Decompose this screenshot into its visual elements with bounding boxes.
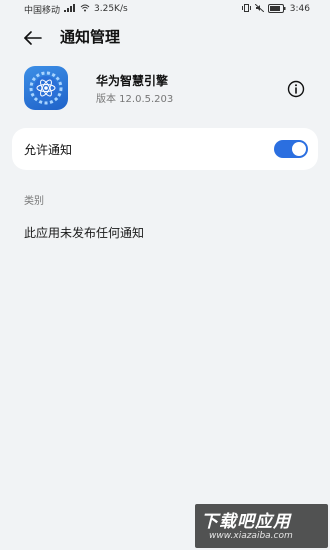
network-speed: 3.25K/s: [94, 4, 128, 14]
clock: 3:46: [289, 4, 310, 14]
status-bar-right: 3:46: [241, 3, 310, 15]
page-title: 通知管理: [60, 28, 121, 46]
categories-heading: 类别: [24, 196, 44, 207]
vibrate-icon: [241, 4, 251, 14]
arrow-left-icon: [24, 31, 42, 45]
info-icon: [287, 80, 305, 98]
allow-notifications-row[interactable]: 允许通知: [12, 128, 318, 170]
allow-notifications-toggle[interactable]: [274, 140, 308, 158]
notification-management-screen: 中国移动 3.25K/s 3:46 通知管理 华为智慧引擎 版本 12.0.5.…: [0, 0, 330, 550]
signal-icon: [64, 4, 76, 14]
watermark-logo: 下载吧应用 www.xiazaiba.com: [195, 504, 328, 548]
carrier-label: 中国移动: [24, 5, 61, 16]
status-bar: 中国移动 3.25K/s 3:46: [0, 0, 330, 18]
app-info-button[interactable]: [286, 79, 306, 99]
battery-icon: [267, 3, 286, 15]
watermark-url: www.xiazaiba.com: [209, 531, 293, 541]
app-info-row: 华为智慧引擎 版本 12.0.5.203: [0, 60, 330, 116]
atom-gear-icon: [24, 66, 68, 110]
no-notifications-message: 此应用未发布任何通知: [24, 226, 145, 240]
allow-notifications-label: 允许通知: [24, 143, 73, 157]
toggle-knob: [292, 142, 306, 156]
back-button[interactable]: [22, 27, 44, 49]
header: 通知管理: [0, 22, 330, 52]
app-version: 版本 12.0.5.203: [96, 94, 174, 105]
app-name: 华为智慧引擎: [96, 74, 169, 88]
mute-icon: [254, 3, 265, 14]
watermark-main-text: 下载吧应用: [201, 512, 291, 532]
wifi-icon: [80, 4, 90, 14]
status-bar-left: 中国移动 3.25K/s: [24, 3, 128, 16]
